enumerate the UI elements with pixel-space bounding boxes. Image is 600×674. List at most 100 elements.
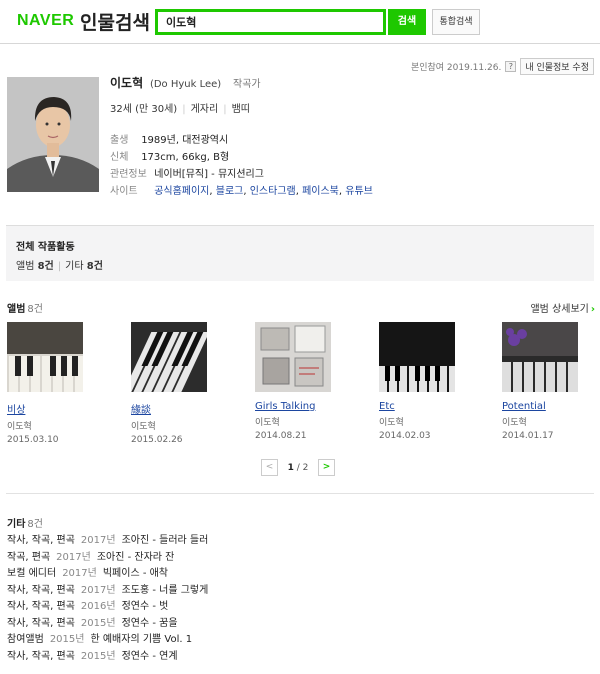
photo-collage-cover-icon (255, 322, 331, 392)
album-item[interactable]: Potential 이도혁 2014.01.17 (502, 322, 582, 441)
divider (6, 493, 594, 494)
name-line: 이도혁 (Do Hyuk Lee) 작곡가 (110, 74, 590, 91)
etc-work-link[interactable]: 조아진 - 들러라 들러 (122, 535, 209, 546)
search-box[interactable] (155, 9, 386, 35)
integrated-search-button[interactable]: 통합검색 (432, 9, 480, 35)
verify-date: 본인참여 2019.11.26. (410, 62, 502, 73)
etc-work-link[interactable]: 정연수 - 벗 (122, 601, 169, 612)
birth-label: 출생 (110, 135, 129, 146)
page-indicator: 1 / 2 (287, 462, 309, 473)
list-item: 작사, 작곡, 편곡 2015년 정연수 - 꿈을 (7, 617, 178, 629)
album-artist[interactable]: 이도혁 (502, 415, 582, 428)
etc-list: 작사, 작곡, 편곡 2017년 조아진 - 들러라 들러 작곡, 편곡 2017년 조… (7, 533, 208, 665)
site-row: 사이트 공식홈페이지, 블로그, 인스타그램, 페이스북, 유튜브 (110, 183, 590, 200)
album-item[interactable]: 비상 이도혁 2015.03.10 (7, 322, 87, 445)
album-artist[interactable]: 이도혁 (255, 415, 335, 428)
age-line: 32세 (만 30세) | 게자리 | 뱀띠 (110, 104, 250, 115)
related-label: 관련정보 (110, 169, 147, 180)
etc-work-link[interactable]: 빅페이스 - 애착 (103, 568, 168, 579)
piano-cover-icon (379, 322, 455, 392)
etc-work-link[interactable]: 정연수 - 꿈을 (122, 618, 178, 629)
album-date: 2015.03.10 (7, 435, 59, 445)
prev-page-button[interactable]: < (261, 459, 278, 476)
search-button[interactable]: 검색 (388, 9, 426, 35)
album-artist[interactable]: 이도혁 (131, 419, 211, 432)
album-item[interactable]: Girls Talking 이도혁 2014.08.21 (255, 322, 335, 441)
album-cover[interactable] (7, 322, 83, 392)
star-sign[interactable]: 게자리 (191, 104, 219, 115)
etc-count-link[interactable]: 기타 8건 (65, 261, 103, 272)
list-item: 작사, 작곡, 편곡 2016년 정연수 - 벗 (7, 601, 169, 612)
help-icon[interactable]: ? (505, 60, 517, 72)
edit-profile-button[interactable]: 내 인물정보 수정 (520, 57, 594, 75)
person-job: 작곡가 (233, 79, 261, 90)
album-section-title: 앨범 8건 (7, 304, 43, 315)
birth-row: 출생 1989년, 대전광역시 (110, 132, 590, 149)
body-value: 173cm, 66kg, B형 (141, 152, 230, 163)
album-title[interactable]: 비상 (7, 401, 87, 416)
related-link[interactable]: 네이버[뮤직] - 뮤지션리그 (154, 169, 264, 180)
album-title[interactable]: Potential (502, 401, 582, 412)
person-photo-icon (7, 77, 99, 192)
chevron-right-icon: › (590, 304, 595, 315)
birth-value: 1989년, 대전광역시 (141, 135, 229, 146)
list-item: 작사, 작곡, 편곡 2017년 조도홍 - 너를 그렇게 (7, 584, 209, 596)
verify-row: 본인참여 2019.11.26. ? 내 인물정보 수정 (410, 57, 594, 75)
album-title[interactable]: Etc (379, 401, 459, 412)
list-item: 작사, 작곡, 편곡 2015년 정연수 - 연계 (7, 650, 178, 662)
person-name-en: (Do Hyuk Lee) (149, 79, 222, 90)
album-item[interactable]: Etc 이도혁 2014.02.03 (379, 322, 459, 441)
album-artist[interactable]: 이도혁 (7, 419, 87, 432)
etc-work-link[interactable]: 한 예배자의 기쁨 Vol. 1 (90, 634, 192, 645)
album-detail-link[interactable]: 앨범 상세보기 › (530, 300, 595, 315)
album-cover[interactable] (379, 322, 455, 392)
header: NAVER 인물검색 검색 통합검색 (0, 0, 600, 44)
profile-details: 출생 1989년, 대전광역시 신체 173cm, 66kg, B형 관련정보 … (110, 132, 590, 200)
list-item: 작사, 작곡, 편곡 2017년 조아진 - 들러라 들러 (7, 535, 209, 546)
body-label: 신체 (110, 152, 129, 163)
etc-work-link[interactable]: 조아진 - 잔자라 잔 (97, 552, 175, 563)
service-title[interactable]: 인물검색 (80, 8, 150, 35)
list-item: 작곡, 편곡 2017년 조아진 - 잔자라 잔 (7, 551, 175, 563)
site-link-homepage[interactable]: 공식홈페이지 (154, 186, 209, 197)
activity-counts: 앨범 8건 | 기타 8건 (16, 261, 103, 272)
person-name: 이도혁 (110, 76, 144, 90)
site-link-youtube[interactable]: 유튜브 (345, 186, 373, 197)
search-input[interactable] (158, 12, 383, 32)
album-title[interactable]: 緣談 (131, 401, 211, 416)
album-item[interactable]: 緣談 이도혁 2015.02.26 (131, 322, 211, 445)
etc-work-link[interactable]: 정연수 - 연계 (122, 651, 178, 662)
activity-summary: 전체 작품활동 앨범 8건 | 기타 8건 (6, 225, 594, 281)
album-artist[interactable]: 이도혁 (379, 415, 459, 428)
album-cover[interactable] (131, 322, 207, 392)
profile-info: 이도혁 (Do Hyuk Lee) 작곡가 32세 (만 30세) | 게자리 | 뱀띠… (110, 74, 590, 200)
related-row: 관련정보 네이버[뮤직] - 뮤지션리그 (110, 166, 590, 183)
album-date: 2015.02.26 (131, 435, 183, 445)
album-title[interactable]: Girls Talking (255, 401, 335, 412)
list-item: 참여앨범 2015년 한 예배자의 기쁨 Vol. 1 (7, 634, 193, 645)
next-page-button[interactable]: > (318, 459, 335, 476)
album-date: 2014.08.21 (255, 431, 307, 441)
site-link-blog[interactable]: 블로그 (216, 186, 244, 197)
album-cover[interactable] (255, 322, 331, 392)
piano-cover-icon (7, 322, 83, 392)
person-age: 32세 (만 30세) (110, 104, 178, 115)
site-link-facebook[interactable]: 페이스북 (302, 186, 339, 197)
album-count-link[interactable]: 앨범 8건 (16, 261, 54, 272)
album-cover[interactable] (502, 322, 578, 392)
activity-title: 전체 작품활동 (16, 242, 75, 253)
album-date: 2014.02.03 (379, 431, 431, 441)
album-pager: < 1 / 2 > (261, 459, 335, 476)
site-label: 사이트 (110, 186, 138, 197)
site-link-instagram[interactable]: 인스타그램 (250, 186, 296, 197)
piano-cover-icon (131, 322, 207, 392)
profile-photo[interactable] (7, 77, 99, 192)
chinese-zodiac[interactable]: 뱀띠 (232, 104, 250, 115)
album-date: 2014.01.17 (502, 431, 554, 441)
flower-piano-cover-icon (502, 322, 578, 392)
naver-logo[interactable]: NAVER (17, 12, 74, 30)
etc-work-link[interactable]: 조도홍 - 너를 그렇게 (122, 585, 209, 596)
list-item: 보컬 에디터 2017년 빅페이스 - 애착 (7, 568, 169, 579)
etc-section-title: 기타 8건 (7, 519, 43, 530)
body-row: 신체 173cm, 66kg, B형 (110, 149, 590, 166)
